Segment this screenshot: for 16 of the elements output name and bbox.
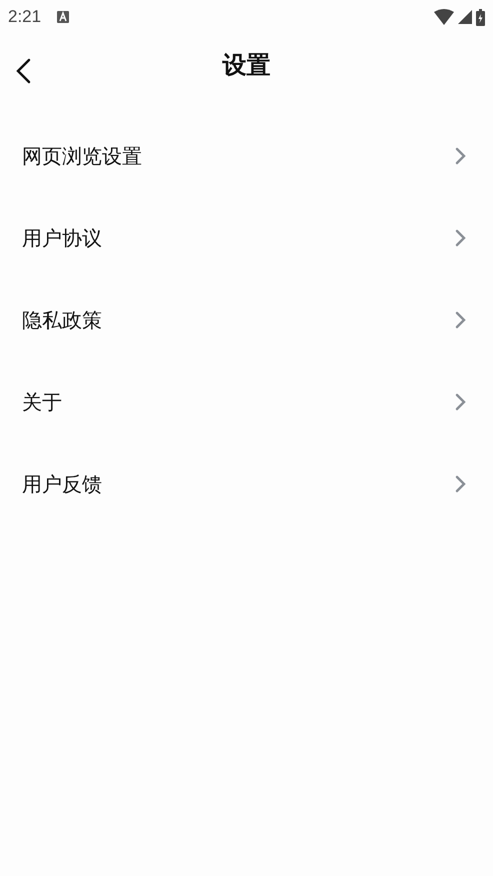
notification-icon [57,11,70,23]
page-title: 设置 [222,50,270,81]
settings-item[interactable]: 关于 [22,388,62,416]
chevron-right-icon [455,147,467,165]
chevron-right-icon [455,229,467,247]
status-time: 2:21 [8,7,42,27]
chevron-right-icon [455,393,467,411]
settings-item[interactable]: 隐私政策 [22,306,102,334]
battery-icon [476,8,485,26]
chevron-right-icon [455,475,467,493]
settings-item[interactable]: 用户反馈 [22,470,102,498]
settings-item[interactable]: 网页浏览设置 [22,142,142,170]
wifi-icon [434,9,454,25]
signal-icon [458,10,472,24]
settings-item[interactable]: 用户协议 [22,224,102,252]
chevron-right-icon [455,311,467,329]
